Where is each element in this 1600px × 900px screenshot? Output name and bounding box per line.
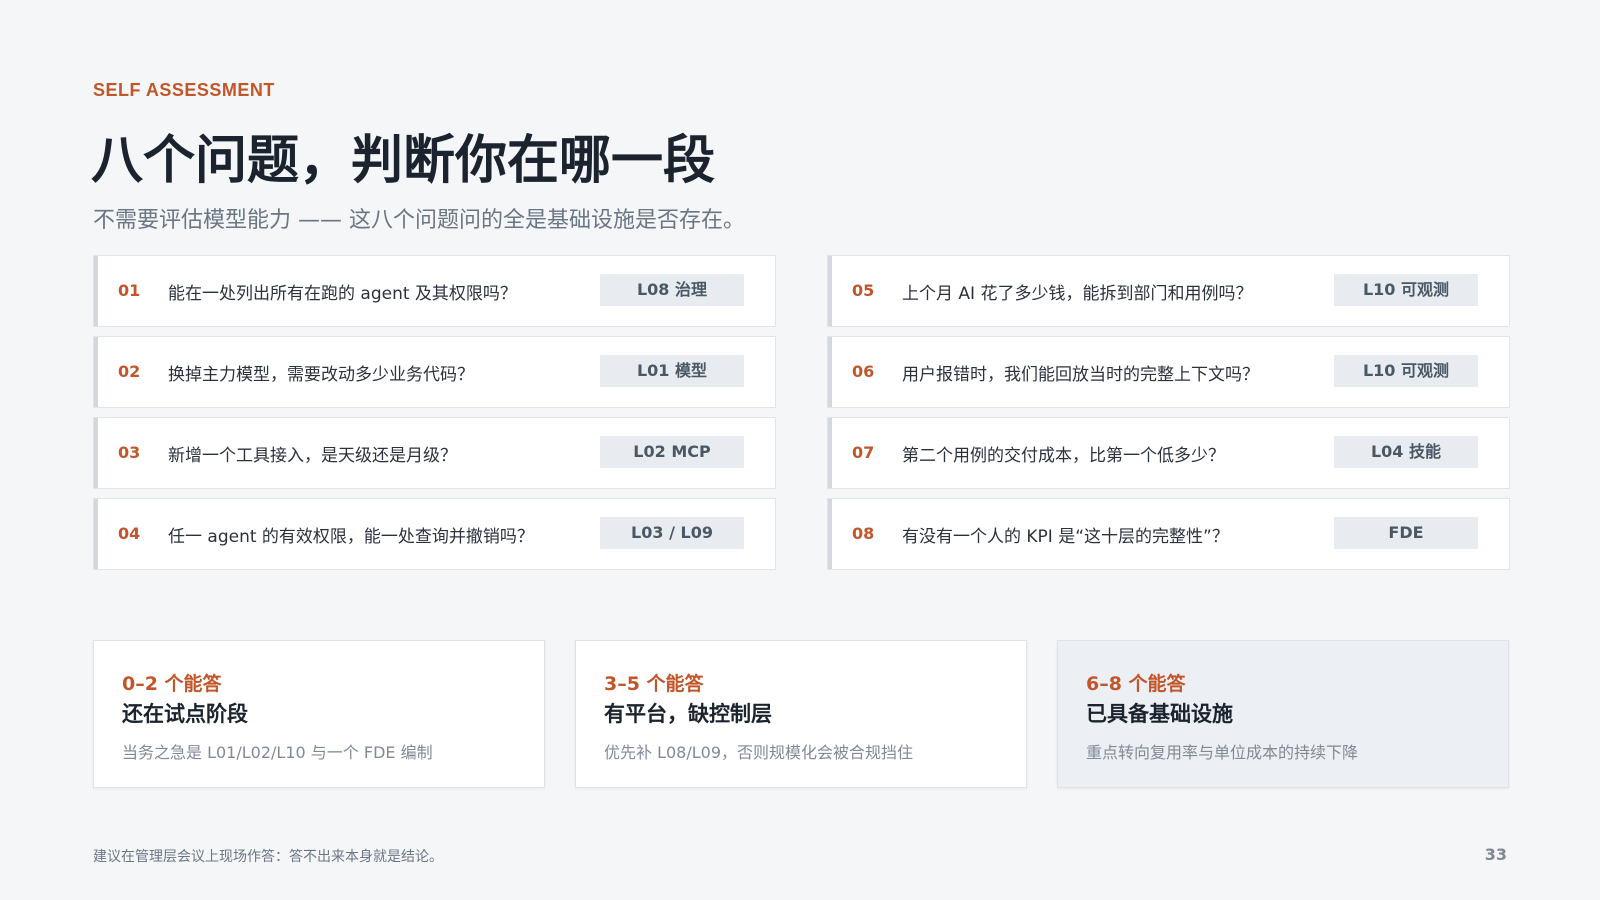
layer-tag: FDE <box>1334 517 1478 549</box>
question-number: 07 <box>852 443 875 462</box>
card-accent-bar <box>828 418 832 488</box>
result-description: 重点转向复用率与单位成本的持续下降 <box>1086 743 1359 762</box>
result-range: 6–8 个能答 <box>1086 673 1186 695</box>
layer-tag: L02 MCP <box>600 436 744 468</box>
result-range: 3–5 个能答 <box>604 673 704 695</box>
result-heading: 已具备基础设施 <box>1086 702 1233 726</box>
result-heading: 还在试点阶段 <box>122 702 248 726</box>
card-accent-bar <box>94 337 98 407</box>
result-heading: 有平台，缺控制层 <box>604 702 772 726</box>
question-text: 第二个用例的交付成本，比第一个低多少？ <box>902 446 1225 466</box>
result-description: 优先补 L08/L09，否则规模化会被合规挡住 <box>604 743 914 762</box>
question-card-08: 08 有没有一个人的 KPI 是“这十层的完整性”？ FDE <box>827 498 1510 570</box>
result-description: 当务之急是 L01/L02/L10 与一个 FDE 编制 <box>122 743 433 762</box>
question-card-02: 02 换掉主力模型，需要改动多少业务代码？ L01 模型 <box>93 336 776 408</box>
section-eyebrow: SELF ASSESSMENT <box>93 80 275 100</box>
question-text: 换掉主力模型，需要改动多少业务代码？ <box>168 365 474 385</box>
layer-tag: L03 / L09 <box>600 517 744 549</box>
card-accent-bar <box>94 418 98 488</box>
layer-tag: L10 可观测 <box>1334 274 1478 306</box>
page-subtitle: 不需要评估模型能力 —— 这八个问题问的全是基础设施是否存在。 <box>93 208 745 233</box>
question-number: 05 <box>852 281 875 300</box>
question-number: 06 <box>852 362 875 381</box>
layer-tag: L08 治理 <box>600 274 744 306</box>
question-text: 有没有一个人的 KPI 是“这十层的完整性”？ <box>902 527 1229 547</box>
result-range: 0–2 个能答 <box>122 673 222 695</box>
card-accent-bar <box>828 337 832 407</box>
question-text: 用户报错时，我们能回放当时的完整上下文吗？ <box>902 365 1259 385</box>
question-number: 03 <box>118 443 141 462</box>
question-number: 01 <box>118 281 141 300</box>
question-number: 02 <box>118 362 141 381</box>
card-accent-bar <box>94 256 98 326</box>
card-accent-bar <box>828 499 832 569</box>
footnote: 建议在管理层会议上现场作答：答不出来本身就是结论。 <box>93 849 443 865</box>
page-title: 八个问题，判断你在哪一段 <box>91 131 716 191</box>
result-card-0-2: 0–2 个能答 还在试点阶段 当务之急是 L01/L02/L10 与一个 FDE… <box>93 640 545 788</box>
question-text: 任一 agent 的有效权限，能一处查询并撤销吗？ <box>168 527 534 547</box>
question-card-01: 01 能在一处列出所有在跑的 agent 及其权限吗？ L08 治理 <box>93 255 776 327</box>
result-card-6-8: 6–8 个能答 已具备基础设施 重点转向复用率与单位成本的持续下降 <box>1057 640 1509 788</box>
question-card-03: 03 新增一个工具接入，是天级还是月级？ L02 MCP <box>93 417 776 489</box>
question-card-06: 06 用户报错时，我们能回放当时的完整上下文吗？ L10 可观测 <box>827 336 1510 408</box>
layer-tag: L01 模型 <box>600 355 744 387</box>
result-card-3-5: 3–5 个能答 有平台，缺控制层 优先补 L08/L09，否则规模化会被合规挡住 <box>575 640 1027 788</box>
question-card-04: 04 任一 agent 的有效权限，能一处查询并撤销吗？ L03 / L09 <box>93 498 776 570</box>
card-accent-bar <box>828 256 832 326</box>
layer-tag: L04 技能 <box>1334 436 1478 468</box>
question-card-07: 07 第二个用例的交付成本，比第一个低多少？ L04 技能 <box>827 417 1510 489</box>
question-number: 04 <box>118 524 141 543</box>
page-number: 33 <box>1484 845 1507 864</box>
question-card-05: 05 上个月 AI 花了多少钱，能拆到部门和用例吗？ L10 可观测 <box>827 255 1510 327</box>
card-accent-bar <box>94 499 98 569</box>
question-text: 能在一处列出所有在跑的 agent 及其权限吗？ <box>168 284 517 304</box>
question-number: 08 <box>852 524 875 543</box>
layer-tag: L10 可观测 <box>1334 355 1478 387</box>
question-text: 新增一个工具接入，是天级还是月级？ <box>168 446 457 466</box>
question-text: 上个月 AI 花了多少钱，能拆到部门和用例吗？ <box>902 284 1253 304</box>
